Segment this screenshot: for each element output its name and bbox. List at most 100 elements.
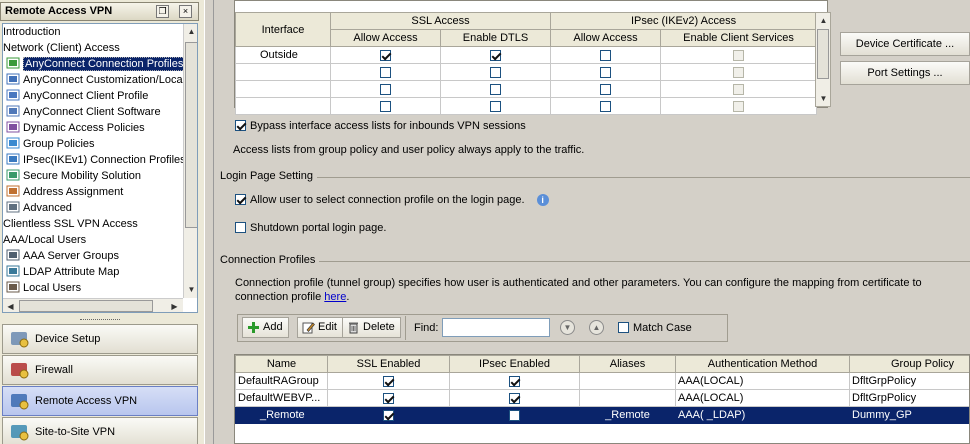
column-header[interactable]: IPsec Enabled	[449, 355, 580, 373]
match-case-checkbox[interactable]	[618, 322, 629, 333]
col-dtls[interactable]: Enable DTLS	[439, 29, 552, 47]
find-previous-icon[interactable]: ▲	[589, 320, 604, 335]
client-services-checkbox[interactable]	[733, 100, 745, 112]
tree-item[interactable]: Network (Client) Access	[3, 40, 120, 56]
ipsec-allow-checkbox[interactable]	[600, 49, 612, 61]
interface-table-scrollbar[interactable]: ▲ ▼	[815, 12, 831, 107]
ipsec-allow-checkbox[interactable]	[600, 83, 612, 95]
table-row[interactable]: DefaultRAGroup AAA(LOCAL) DfltGrpPolicy	[235, 372, 969, 390]
ssl-enabled-checkbox[interactable]	[383, 392, 394, 404]
client-services-checkbox[interactable]	[733, 83, 745, 95]
shutdown-portal-checkbox[interactable]	[235, 222, 246, 233]
column-header[interactable]: Authentication Method	[675, 355, 850, 373]
tree-vertical-scrollbar[interactable]: ▲ ▼	[183, 24, 197, 298]
ipsec-enabled-checkbox[interactable]	[509, 392, 520, 404]
close-pane-icon[interactable]: ×	[179, 5, 192, 18]
scroll-down-icon[interactable]: ▼	[184, 282, 197, 297]
scroll-right-icon[interactable]: ▶	[167, 299, 182, 312]
ssl-allow-checkbox[interactable]	[380, 66, 391, 78]
col-client-services[interactable]: Enable Client Services	[660, 29, 818, 47]
nav-button[interactable]: Firewall	[2, 355, 198, 385]
ssl-allow-checkbox[interactable]	[380, 83, 391, 95]
device-certificate-button[interactable]: Device Certificate ...	[840, 32, 970, 56]
ipsec-enabled-checkbox[interactable]	[509, 409, 520, 421]
column-header[interactable]: Name	[235, 355, 328, 373]
certificate-mapping-link[interactable]: here	[324, 291, 346, 303]
scroll-left-icon[interactable]: ◀	[3, 299, 18, 312]
ssl-allow-checkbox[interactable]	[380, 100, 391, 112]
ssl-enabled-checkbox[interactable]	[383, 409, 394, 421]
tree-item[interactable]: AAA Server Groups	[6, 248, 119, 264]
table-row[interactable]: _Remote _Remote AAA( _LDAP) Dummy_GP	[235, 406, 969, 424]
tree-horizontal-scrollbar[interactable]: ◀ ▶	[3, 298, 183, 312]
port-settings-button[interactable]: Port Settings ...	[840, 61, 970, 85]
ipsec-icon	[6, 153, 20, 165]
edit-button[interactable]: Edit	[297, 317, 343, 338]
client-services-checkbox[interactable]	[733, 49, 745, 61]
bypass-acl-checkbox[interactable]	[235, 120, 246, 131]
interface-name	[235, 80, 331, 98]
tree-item[interactable]: Advanced	[6, 200, 72, 216]
dtls-checkbox[interactable]	[490, 100, 501, 112]
float-pane-icon[interactable]: ❐	[156, 5, 169, 18]
match-case-option[interactable]: Match Case	[618, 321, 692, 335]
ssl-allow-checkbox[interactable]	[380, 49, 391, 61]
scroll-down-icon[interactable]: ▼	[816, 91, 831, 106]
tree-item-label: Group Policies	[23, 138, 95, 150]
tree-item[interactable]: Clientless SSL VPN Access	[3, 216, 138, 232]
delete-button[interactable]: Delete	[342, 317, 401, 338]
nav-button[interactable]: Site-to-Site VPN	[2, 417, 198, 444]
scroll-up-icon[interactable]: ▲	[816, 13, 831, 28]
column-header[interactable]: Aliases	[579, 355, 676, 373]
tree-item[interactable]: AnyConnect Connection Profiles	[6, 56, 186, 72]
ipsec-allow-checkbox[interactable]	[600, 66, 612, 78]
scroll-up-icon[interactable]: ▲	[184, 24, 197, 39]
ipsec-allow-checkbox[interactable]	[600, 100, 612, 112]
tree-item[interactable]: Dynamic Access Policies	[6, 120, 145, 136]
find-next-icon[interactable]: ▼	[560, 320, 575, 335]
ssl-enabled-checkbox[interactable]	[383, 375, 394, 387]
info-icon[interactable]: i	[536, 194, 549, 206]
table-row[interactable]	[235, 63, 818, 81]
firewall-icon	[9, 360, 31, 380]
tree-hscroll-thumb[interactable]	[19, 300, 153, 312]
add-button[interactable]: Add	[242, 317, 289, 338]
column-header[interactable]: Group Policy	[849, 355, 969, 373]
column-header[interactable]: SSL Enabled	[327, 355, 450, 373]
col-ipsec-allow[interactable]: Allow Access	[550, 29, 662, 47]
shutdown-portal-option[interactable]: Shutdown portal login page.	[235, 221, 386, 235]
dtls-checkbox[interactable]	[490, 49, 501, 61]
allow-select-profile-checkbox[interactable]	[235, 194, 246, 205]
dtls-checkbox[interactable]	[490, 66, 501, 78]
find-input[interactable]	[442, 318, 550, 337]
tree-item[interactable]: IPsec(IKEv1) Connection Profiles	[6, 152, 186, 168]
interface-scroll-thumb[interactable]	[817, 29, 829, 79]
dtls-checkbox[interactable]	[490, 83, 501, 95]
pane-splitter[interactable]	[2, 316, 198, 324]
tree-item[interactable]: AnyConnect Client Profile	[6, 88, 148, 104]
col-interface[interactable]: Interface	[235, 12, 331, 47]
tree-item[interactable]: LDAP Attribute Map	[6, 264, 119, 280]
client-services-checkbox[interactable]	[733, 66, 745, 78]
table-row[interactable]	[235, 97, 818, 115]
allow-select-profile-option[interactable]: Allow user to select connection profile …	[235, 193, 549, 207]
pane-divider[interactable]	[204, 0, 214, 444]
nav-button[interactable]: Remote Access VPN	[2, 386, 198, 416]
tree-item[interactable]: AAA/Local Users	[3, 232, 86, 248]
tree-item[interactable]: AnyConnect Customization/Localization	[6, 72, 197, 88]
col-ssl-allow[interactable]: Allow Access	[330, 29, 441, 47]
table-row[interactable]	[235, 80, 818, 98]
tree-item[interactable]: AnyConnect Client Software	[6, 104, 161, 120]
tree-item-label: Network (Client) Access	[3, 42, 120, 54]
tree-item[interactable]: Local Users	[6, 280, 81, 296]
ipsec-enabled-checkbox[interactable]	[509, 375, 520, 387]
tree-item[interactable]: Address Assignment	[6, 184, 123, 200]
tree-scroll-thumb[interactable]	[185, 42, 197, 228]
bypass-acl-option[interactable]: Bypass interface access lists for inboun…	[235, 119, 526, 133]
tree-item[interactable]: Introduction	[3, 24, 60, 40]
tree-item[interactable]: Group Policies	[6, 136, 95, 152]
tree-item[interactable]: Secure Mobility Solution	[6, 168, 141, 184]
table-row[interactable]: DefaultWEBVP... AAA(LOCAL) DfltGrpPolicy	[235, 389, 969, 407]
nav-button[interactable]: Device Setup	[2, 324, 198, 354]
table-row[interactable]: Outside	[235, 46, 818, 64]
